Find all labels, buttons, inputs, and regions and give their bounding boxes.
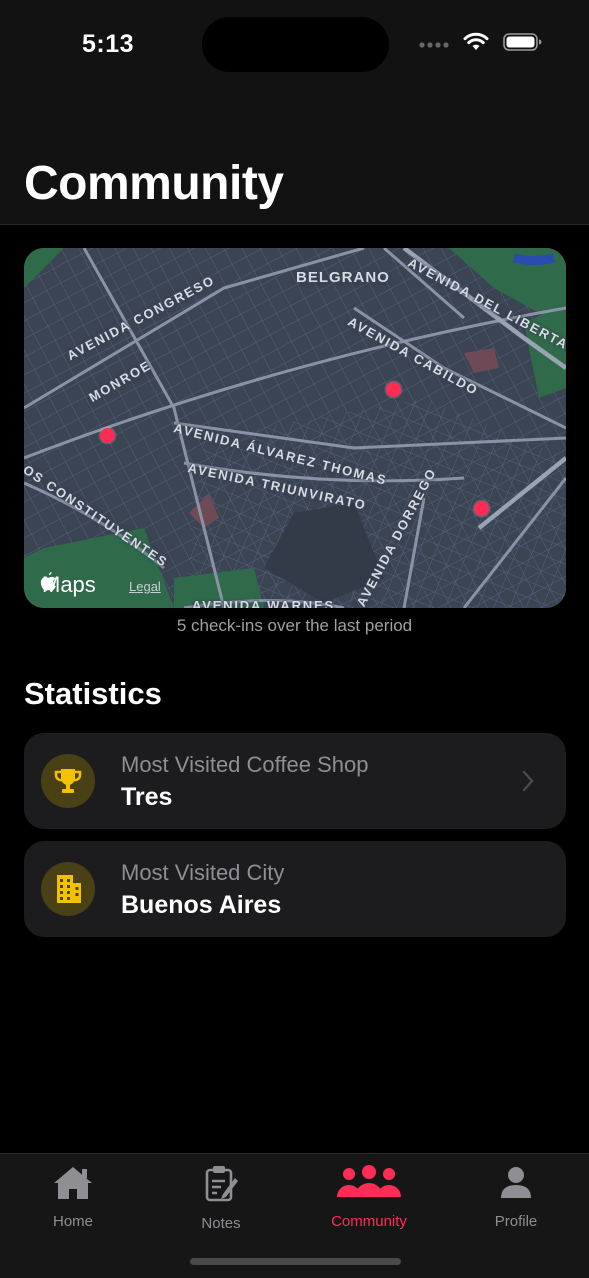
legal-link[interactable]: Legal xyxy=(129,579,161,594)
tab-label: Community xyxy=(331,1213,407,1230)
building-icon xyxy=(41,862,95,916)
card-label: Most Visited Coffee Shop xyxy=(121,752,369,777)
map-label-street: AVENIDA WARNES xyxy=(192,598,335,608)
status-icons xyxy=(419,32,543,57)
check-ins-caption: 5 check-ins over the last period xyxy=(176,616,413,635)
tab-notes[interactable]: Notes xyxy=(161,1164,281,1232)
trophy-icon xyxy=(41,754,95,808)
check-in-pin[interactable] xyxy=(474,501,489,516)
card-value: Tres xyxy=(121,783,173,811)
home-indicator[interactable] xyxy=(190,1258,401,1265)
battery-icon xyxy=(503,32,543,57)
statistics-heading: Statistics xyxy=(24,676,162,711)
map-label-neighborhood: BELGRANO xyxy=(296,269,390,286)
house-icon xyxy=(52,1164,94,1207)
tab-label: Profile xyxy=(494,1213,538,1230)
check-in-map[interactable]: BELGRANO AVENIDA DEL LIBERTADOR AVENIDA … xyxy=(24,248,566,608)
tab-label: Notes xyxy=(201,1215,241,1232)
people-icon xyxy=(336,1164,402,1207)
apple-maps-logo: Maps xyxy=(40,572,96,598)
status-bar: 5:13 xyxy=(0,0,589,90)
most-visited-coffee-shop-card[interactable]: Most Visited Coffee Shop Tres xyxy=(24,733,566,829)
tab-community[interactable]: Community xyxy=(309,1164,429,1230)
tab-home[interactable]: Home xyxy=(13,1164,133,1230)
check-in-pin[interactable] xyxy=(386,382,401,397)
chevron-right-icon xyxy=(522,770,534,797)
wifi-icon xyxy=(463,32,489,57)
page-title: Community xyxy=(24,157,284,210)
person-icon xyxy=(498,1164,534,1207)
navigation-header: Community xyxy=(0,90,589,225)
status-time: 5:13 xyxy=(82,30,135,58)
notes-icon xyxy=(201,1164,241,1209)
card-label: Most Visited City xyxy=(121,860,285,885)
tab-profile[interactable]: Profile xyxy=(456,1164,576,1230)
card-value: Buenos Aires xyxy=(121,891,282,919)
dynamic-island xyxy=(202,17,389,72)
check-in-pin[interactable] xyxy=(100,428,115,443)
most-visited-city-card: Most Visited City Buenos Aires xyxy=(24,841,566,937)
cellular-signal-icon xyxy=(419,36,449,54)
tab-label: Home xyxy=(52,1213,93,1230)
